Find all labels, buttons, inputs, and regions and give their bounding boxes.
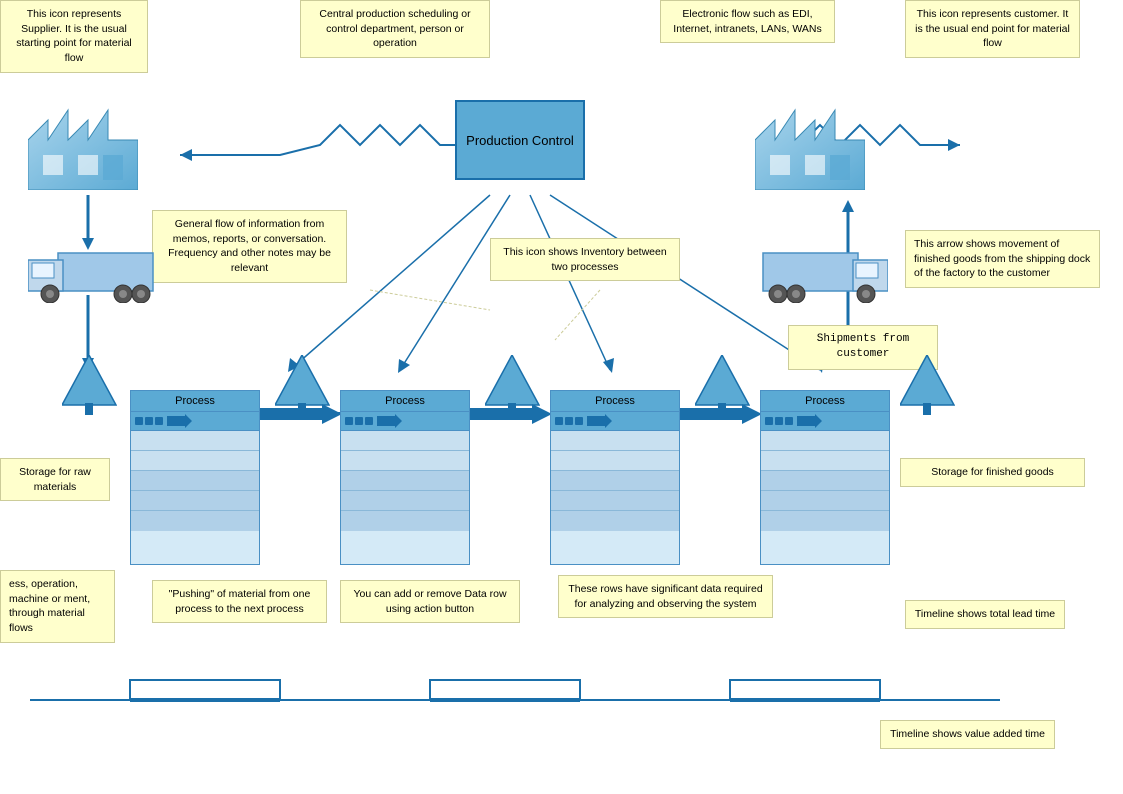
process-box-1: Process (130, 390, 260, 565)
movement-callout-text: This arrow shows movement of finished go… (914, 238, 1090, 279)
process-4-row-1 (761, 431, 889, 451)
production-control-callout-text: Central production scheduling or control… (319, 8, 470, 49)
process-1-row-2 (131, 451, 259, 471)
storage-raw-callout-text: Storage for raw materials (19, 466, 91, 493)
process-2-row-5 (341, 511, 469, 531)
timeline-value-callout: Timeline shows value added time (880, 720, 1055, 749)
push-arrow-2-3 (470, 404, 552, 424)
shipments-callout-text: Shipments from customer (817, 333, 909, 360)
process-4-row-5 (761, 511, 889, 531)
pushing-callout-text: "Pushing" of material from one process t… (169, 588, 311, 615)
timeline-lead-callout: Timeline shows total lead time (905, 600, 1065, 629)
push-arrow-1-2 (260, 404, 342, 424)
production-control-label: Production Control (466, 133, 574, 148)
process-4-header: Process (761, 391, 889, 412)
process-box-3: Process (550, 390, 680, 565)
movement-callout: This arrow shows movement of finished go… (905, 230, 1100, 288)
process-2-row-2 (341, 451, 469, 471)
process-3-row-5 (551, 511, 679, 531)
info-flow-callout: General flow of information from memos, … (152, 210, 347, 283)
process-3-row-2 (551, 451, 679, 471)
supplier-callout-text: This icon represents Supplier. It is the… (16, 8, 132, 64)
customer-factory-icon (755, 100, 865, 190)
data-row-callout: You can add or remove Data row using act… (340, 580, 520, 623)
supplier-callout: This icon represents Supplier. It is the… (0, 0, 148, 73)
right-truck-icon (758, 248, 888, 303)
process-1-row-3 (131, 471, 259, 491)
process-icon-callout: ess, operation, machine or ment, through… (0, 570, 115, 643)
significant-data-callout-text: These rows have significant data require… (568, 583, 762, 610)
storage-finished-callout: Storage for finished goods (900, 458, 1085, 487)
electronic-flow-callout: Electronic flow such as EDI, Internet, i… (660, 0, 835, 43)
process-3-header: Process (551, 391, 679, 412)
process-icon-callout-text: ess, operation, machine or ment, through… (9, 578, 90, 634)
process-1-row-1 (131, 431, 259, 451)
inventory-callout-text: This icon shows Inventory between two pr… (503, 246, 666, 273)
diagram-container: This icon represents Supplier. It is the… (0, 0, 1123, 794)
push-arrow-3-4 (680, 404, 762, 424)
process-3-row-1 (551, 431, 679, 451)
process-box-4: Process (760, 390, 890, 565)
process-4-row-3 (761, 471, 889, 491)
process-4-row-4 (761, 491, 889, 511)
storage-raw-callout: Storage for raw materials (0, 458, 110, 501)
customer-callout-text: This icon represents customer. It is the… (915, 8, 1070, 49)
process-4-row-2 (761, 451, 889, 471)
process-1-row-5 (131, 511, 259, 531)
storage-finished-callout-text: Storage for finished goods (931, 466, 1054, 478)
process-1-header: Process (131, 391, 259, 412)
electronic-flow-callout-text: Electronic flow such as EDI, Internet, i… (673, 8, 821, 35)
process-3-row-4 (551, 491, 679, 511)
significant-data-callout: These rows have significant data require… (558, 575, 773, 618)
inventory-callout: This icon shows Inventory between two pr… (490, 238, 680, 281)
timeline-value-callout-text: Timeline shows value added time (890, 728, 1045, 740)
process-2-row-3 (341, 471, 469, 491)
process-box-2: Process (340, 390, 470, 565)
process-2-header: Process (341, 391, 469, 412)
production-control-box: Production Control (455, 100, 585, 180)
process-3-row-3 (551, 471, 679, 491)
data-row-callout-text: You can add or remove Data row using act… (353, 588, 506, 615)
process-2-row-1 (341, 431, 469, 451)
inventory-triangle-4 (900, 355, 955, 415)
process-2-row-4 (341, 491, 469, 511)
info-flow-callout-text: General flow of information from memos, … (168, 218, 331, 274)
inventory-triangle-0 (62, 355, 117, 415)
process-1-row-4 (131, 491, 259, 511)
customer-callout: This icon represents customer. It is the… (905, 0, 1080, 58)
left-truck-icon (28, 248, 158, 303)
timeline-lead-callout-text: Timeline shows total lead time (915, 608, 1055, 620)
pushing-callout: "Pushing" of material from one process t… (152, 580, 327, 623)
supplier-factory-icon (28, 100, 138, 190)
production-control-callout: Central production scheduling or control… (300, 0, 490, 58)
